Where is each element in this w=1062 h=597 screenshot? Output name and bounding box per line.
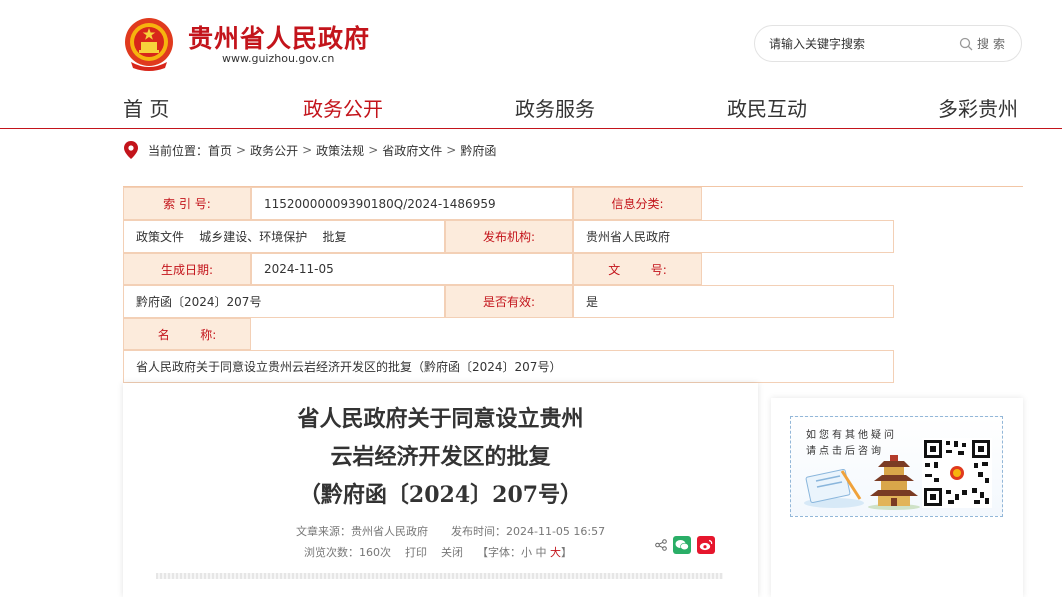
article-meta: 文章来源：贵州省人民政府 发布时间：2024-11-05 16:57 xyxy=(296,523,605,539)
search-button-label: 搜索 xyxy=(976,37,1009,51)
close-button[interactable]: 关闭 xyxy=(441,544,463,560)
qr-code-icon[interactable] xyxy=(922,438,992,508)
font-size-suffix: 】 xyxy=(561,546,572,559)
category-value: 政策文件 城乡建设、环境保护 批复 xyxy=(123,220,445,253)
font-size-control: 【字体：小 中 大】 xyxy=(477,544,572,560)
article-title-line: 云岩经济开发区的批复 xyxy=(330,444,551,470)
breadcrumb-separator: > xyxy=(302,143,313,157)
docno-label: 文 号: xyxy=(573,253,702,285)
date-label: 生成日期: xyxy=(123,253,251,285)
index-label: 索 引 号: xyxy=(123,187,251,220)
breadcrumb-home[interactable]: 首页 xyxy=(208,142,232,159)
breadcrumb-province-docs[interactable]: 省政府文件 xyxy=(382,142,442,159)
breadcrumb-separator: > xyxy=(446,143,457,157)
print-button[interactable]: 打印 xyxy=(405,544,427,560)
breadcrumb-gov-open[interactable]: 政务公开 xyxy=(250,142,298,159)
breadcrumb-policy[interactable]: 政策法规 xyxy=(316,142,364,159)
nav-gov-services[interactable]: 政务服务 xyxy=(515,93,595,122)
category-label: 信息分类: xyxy=(573,187,702,220)
docno-value: 黔府函〔2024〕207号 xyxy=(123,285,445,318)
breadcrumb-separator: > xyxy=(368,143,379,157)
weibo-icon[interactable] xyxy=(697,536,715,554)
valid-value: 是 xyxy=(573,285,894,318)
article-title-line: 省人民政府关于同意设立贵州 xyxy=(297,406,584,432)
article-title: 省人民政府关于同意设立贵州 云岩经济开发区的批复 （黔府函〔2024〕207号） xyxy=(123,400,758,514)
article-views: 浏览次数：160次 xyxy=(304,546,391,559)
article-tools: 浏览次数：160次 打印 关闭 【字体：小 中 大】 xyxy=(304,544,572,560)
national-emblem-icon[interactable] xyxy=(123,16,175,72)
issuer-value: 贵州省人民政府 xyxy=(573,220,894,253)
breadcrumb-current[interactable]: 黔府函 xyxy=(460,142,496,159)
name-label: 名 称: xyxy=(123,318,251,350)
search-box: 搜索 xyxy=(754,25,1022,62)
share-bar xyxy=(655,536,715,554)
breadcrumb-prefix: 当前位置： xyxy=(148,143,209,158)
nav-home[interactable]: 首 页 xyxy=(123,93,169,122)
consult-line: 如您有其他疑问 xyxy=(806,430,897,441)
location-pin-icon xyxy=(124,141,138,159)
nav-interaction[interactable]: 政民互动 xyxy=(727,93,807,122)
font-large-button[interactable]: 大 xyxy=(550,546,561,559)
article-divider xyxy=(156,573,723,579)
font-small-button[interactable]: 小 xyxy=(521,546,532,559)
share-icon[interactable] xyxy=(655,539,667,551)
nav-underline xyxy=(0,128,1062,129)
date-value: 2024-11-05 xyxy=(251,253,573,285)
article-title-line: （黔府函〔2024〕207号） xyxy=(298,482,583,508)
document-illustration-icon xyxy=(804,468,864,508)
nav-gov-affairs-open[interactable]: 政务公开 xyxy=(303,93,383,122)
font-size-prefix: 【字体： xyxy=(477,546,521,559)
site-url: www.guizhou.gov.cn xyxy=(222,52,335,65)
index-value: 11520000009390180Q/2024-1486959 xyxy=(251,187,573,220)
search-button[interactable]: 搜索 xyxy=(959,35,1009,52)
issuer-label: 发布机构: xyxy=(445,220,573,253)
article-publish-time: 发布时间：2024-11-05 16:57 xyxy=(451,525,606,538)
search-input[interactable] xyxy=(769,36,949,52)
pagoda-icon xyxy=(868,455,920,510)
article-source: 文章来源：贵州省人民政府 xyxy=(296,525,428,538)
wechat-icon[interactable] xyxy=(673,536,691,554)
valid-label: 是否有效: xyxy=(445,285,573,318)
breadcrumb-separator: > xyxy=(236,143,247,157)
search-icon xyxy=(959,37,973,50)
name-value: 省人民政府关于同意设立贵州云岩经济开发区的批复（黔府函〔2024〕207号） xyxy=(123,350,894,383)
font-medium-button[interactable]: 中 xyxy=(536,546,547,559)
nav-colorful-guizhou[interactable]: 多彩贵州 xyxy=(938,93,1018,122)
breadcrumb: 当前位置： 首页 > 政务公开 > 政策法规 > 省政府文件 > 黔府函 xyxy=(124,141,496,159)
site-title[interactable]: 贵州省人民政府 xyxy=(188,19,370,55)
